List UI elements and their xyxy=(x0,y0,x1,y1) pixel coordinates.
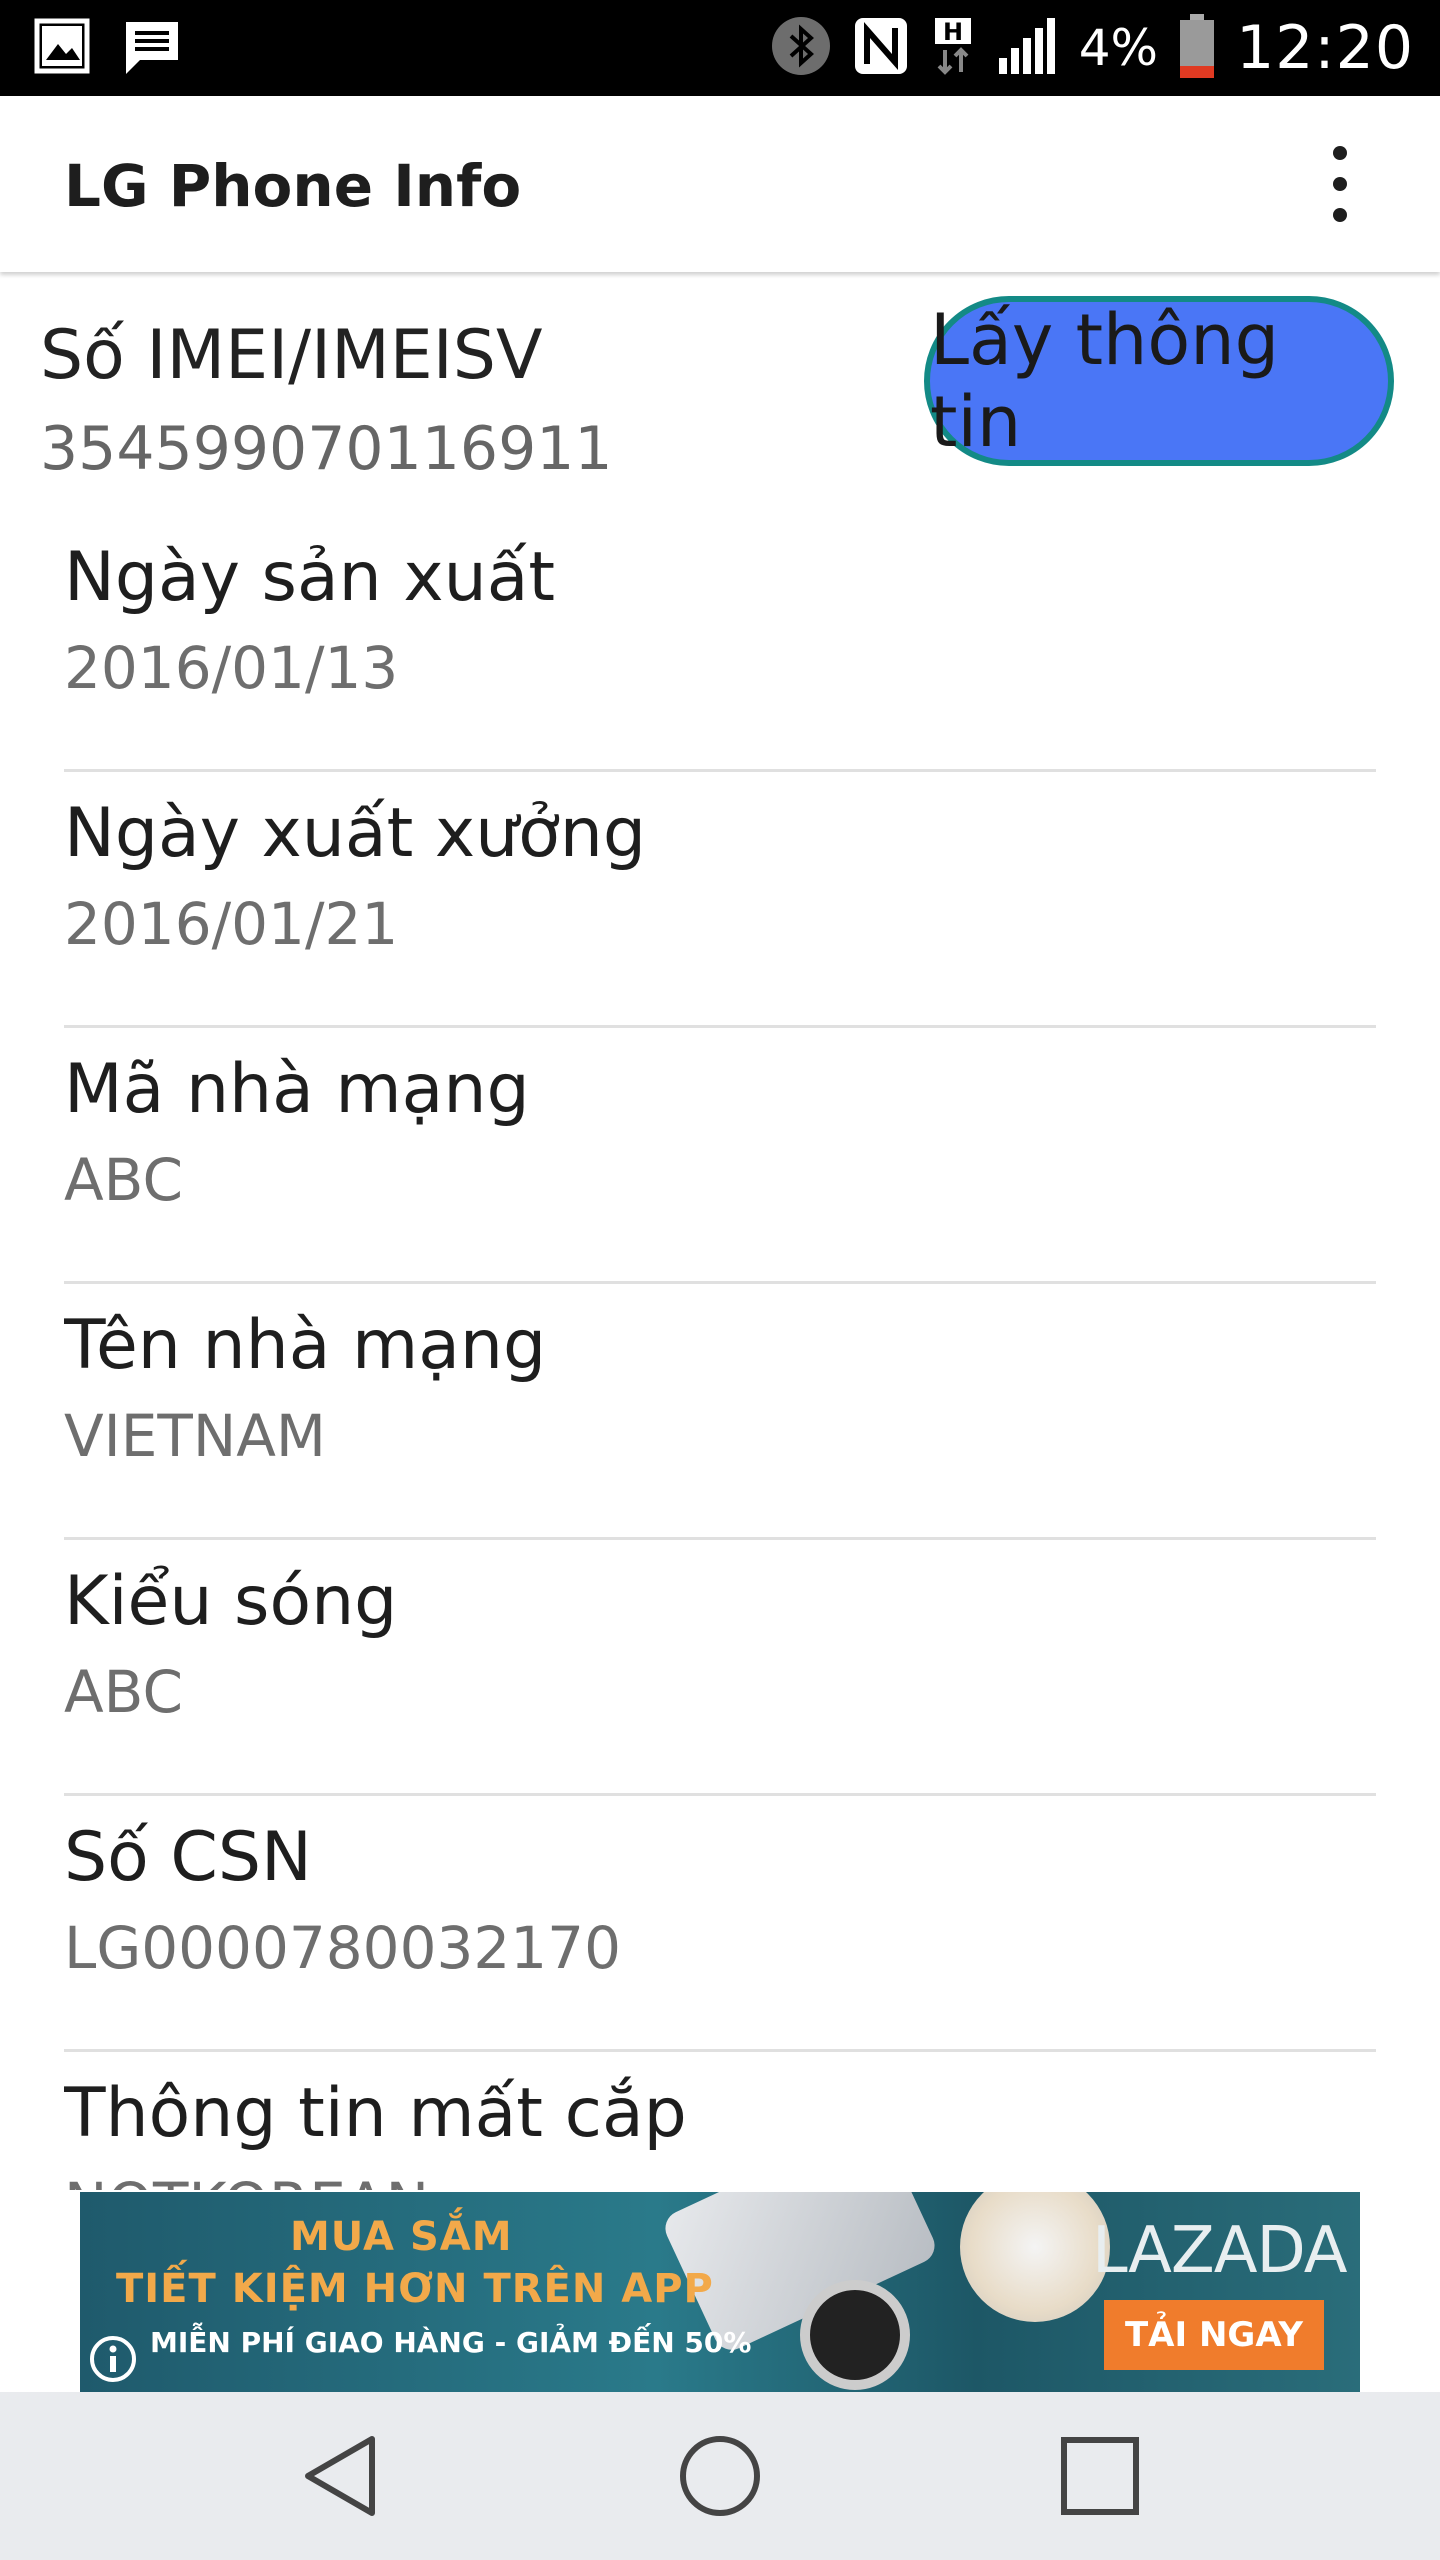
item-value: ABC xyxy=(64,1658,183,1726)
home-icon[interactable] xyxy=(670,2426,770,2526)
info-icon[interactable] xyxy=(88,2334,138,2384)
system-icons: H 4% 12:20 xyxy=(771,0,1414,96)
item-value: 2016/01/13 xyxy=(64,634,399,702)
item-label: Số CSN xyxy=(64,1818,312,1897)
svg-text:H: H xyxy=(943,18,963,46)
ad-tagline: MIỄN PHÍ GIAO HÀNG - GIẢM ĐẾN 50% xyxy=(150,2326,752,2359)
ad-subheadline: TIẾT KIỆM HƠN TRÊN APP xyxy=(116,2266,714,2312)
ad-brand: LAZADA xyxy=(1092,2214,1347,2288)
h-network-icon: H xyxy=(931,16,975,81)
ad-banner[interactable]: MUA SẮM TIẾT KIỆM HƠN TRÊN APP MIỄN PHÍ … xyxy=(80,2192,1360,2392)
list-item: Tên nhà mạng VIETNAM xyxy=(64,1284,1376,1540)
clock: 12:20 xyxy=(1236,13,1414,83)
ad-product-image xyxy=(960,2192,1110,2322)
item-label: Mã nhà mạng xyxy=(64,1050,530,1129)
ad-headline: MUA SẮM xyxy=(290,2214,513,2260)
list-item: Kiểu sóng ABC xyxy=(64,1540,1376,1796)
recents-icon[interactable] xyxy=(1050,2426,1150,2526)
item-label: Kiểu sóng xyxy=(64,1562,398,1641)
ad-cta-button[interactable]: TẢI NGAY xyxy=(1104,2300,1324,2370)
item-label: Ngày sản xuất xyxy=(64,538,556,617)
list-item: Thông tin mất cắp NOTKOREAN xyxy=(64,2052,1376,2190)
more-vert-icon[interactable] xyxy=(1290,134,1390,234)
signal-icon xyxy=(997,16,1057,81)
list-item: Số CSN LG0000780032170 xyxy=(64,1796,1376,2052)
battery-percent: 4% xyxy=(1078,19,1159,77)
info-list: Ngày sản xuất 2016/01/13 Ngày xuất xưởng… xyxy=(64,516,1376,2190)
battery-icon xyxy=(1180,13,1215,83)
bluetooth-icon xyxy=(771,16,831,81)
status-bar: H 4% 12:20 xyxy=(0,0,1440,96)
imei-value: 354599070116911 xyxy=(40,414,613,484)
image-icon xyxy=(34,18,90,81)
item-value: VIETNAM xyxy=(64,1402,326,1470)
nfc-icon xyxy=(853,16,909,81)
back-icon[interactable] xyxy=(290,2426,390,2526)
list-item: Ngày sản xuất 2016/01/13 xyxy=(64,516,1376,772)
app-title: LG Phone Info xyxy=(64,152,522,220)
list-item: Mã nhà mạng ABC xyxy=(64,1028,1376,1284)
navigation-bar xyxy=(0,2392,1440,2560)
fetch-info-button[interactable]: Lấy thông tin xyxy=(924,296,1394,466)
list-item: Ngày xuất xưởng 2016/01/21 xyxy=(64,772,1376,1028)
item-label: Thông tin mất cắp xyxy=(64,2074,687,2153)
notification-icons xyxy=(34,18,182,81)
item-value: LG0000780032170 xyxy=(64,1914,621,1982)
item-value: NOTKOREAN xyxy=(64,2164,1376,2190)
message-icon xyxy=(122,18,182,81)
item-value: ABC xyxy=(64,1146,183,1214)
item-value: 2016/01/21 xyxy=(64,890,399,958)
app-bar: LG Phone Info xyxy=(0,96,1440,272)
item-label: Ngày xuất xưởng xyxy=(64,794,647,873)
ad-product-image xyxy=(800,2280,910,2390)
item-label: Tên nhà mạng xyxy=(64,1306,547,1385)
imei-label: Số IMEI/IMEISV xyxy=(40,316,543,395)
